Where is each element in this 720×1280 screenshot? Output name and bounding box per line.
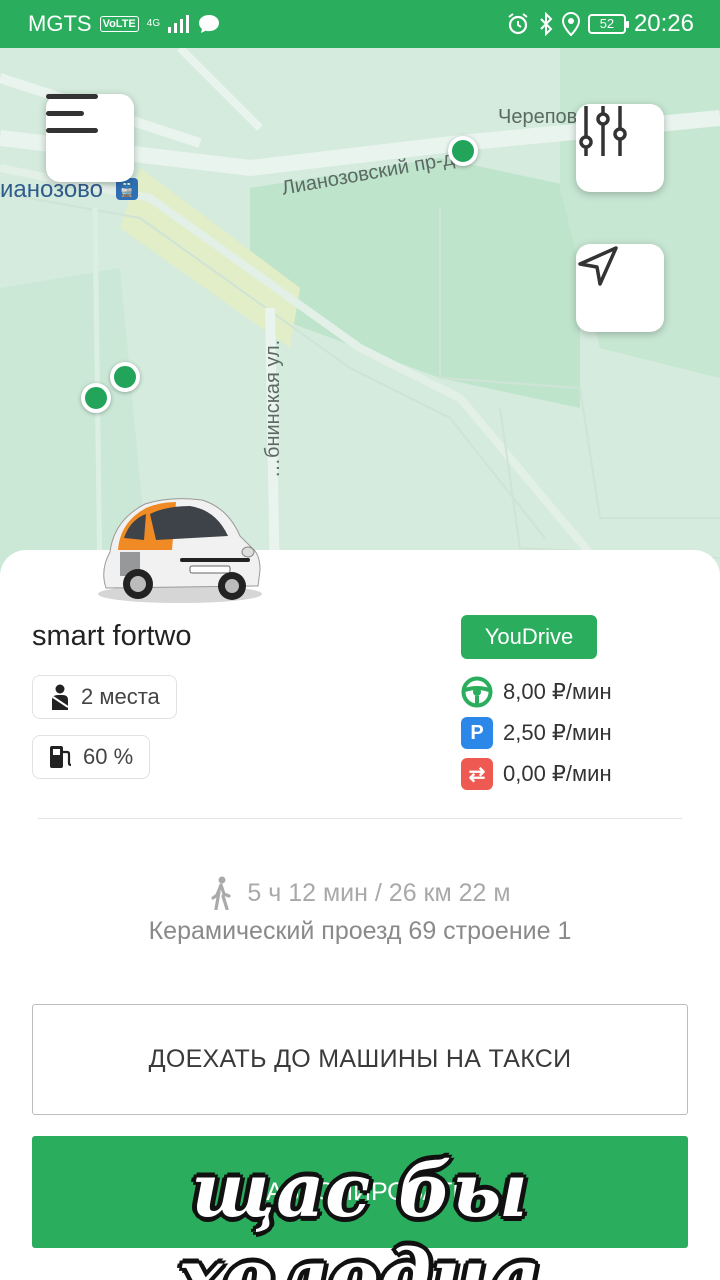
status-bar: MGTS VoLTE 4G 52 20:26 [0,0,720,48]
price-drive: 8,00 ₽/мин [461,676,612,708]
car-address: Керамический проезд 69 строение 1 [148,917,572,945]
car-image [98,498,262,603]
battery-indicator: 52 [587,14,629,34]
car-model-name: smart fortwo [32,620,192,652]
carrier-label: MGTS [28,11,92,36]
walking-person-icon [211,876,232,910]
taxi-to-car-button[interactable]: ДОЕХАТЬ ДО МАШИНЫ НА ТАКСИ [32,1004,688,1115]
car-pin[interactable] [110,362,140,392]
chat-icon [199,15,220,33]
seat-person-icon [52,684,69,710]
navigation-arrow-icon [578,246,618,286]
bluetooth-icon [540,12,553,36]
network-indicator: 4G [146,18,161,29]
steering-wheel-icon [461,676,493,708]
price-parking-label: 2,50 ₽/мин [503,720,612,745]
price-transfer-label: 0,00 ₽/мин [503,761,612,786]
divider [38,818,682,819]
signal-icon [168,15,190,33]
location-icon [561,12,580,36]
seats-chip: 2 места [32,675,177,719]
filter-button[interactable] [576,104,664,192]
seats-label: 2 места [81,684,160,709]
fuel-pump-icon [50,746,72,768]
fuel-label: 60 % [83,744,134,769]
my-location-button[interactable] [576,244,664,332]
sliders-icon [579,106,627,156]
car-pin[interactable] [448,136,478,166]
clock: 20:26 [633,10,694,37]
meme-caption: щас бы холодца [178,1148,542,1280]
map-label-street: …бнинская ул. [262,339,284,478]
walking-distance: 5 ч 12 мин / 26 км 22 м [0,876,720,910]
fuel-chip: 60 % [32,735,151,779]
hamburger-icon [46,94,98,133]
price-transfer: ⇄ 0,00 ₽/мин [461,758,612,790]
price-drive-label: 8,00 ₽/мин [503,679,612,704]
menu-button[interactable] [46,94,134,182]
swap-arrows-icon: ⇄ [461,758,493,790]
alarm-icon [508,13,528,35]
car-pin[interactable] [81,383,111,413]
provider-badge: YouDrive [461,615,597,659]
parking-icon: P [461,717,493,749]
volte-badge: VoLTE [99,16,139,32]
price-parking: P 2,50 ₽/мин [461,717,612,749]
walking-time-distance: 5 ч 12 мин / 26 км 22 м [247,878,511,907]
